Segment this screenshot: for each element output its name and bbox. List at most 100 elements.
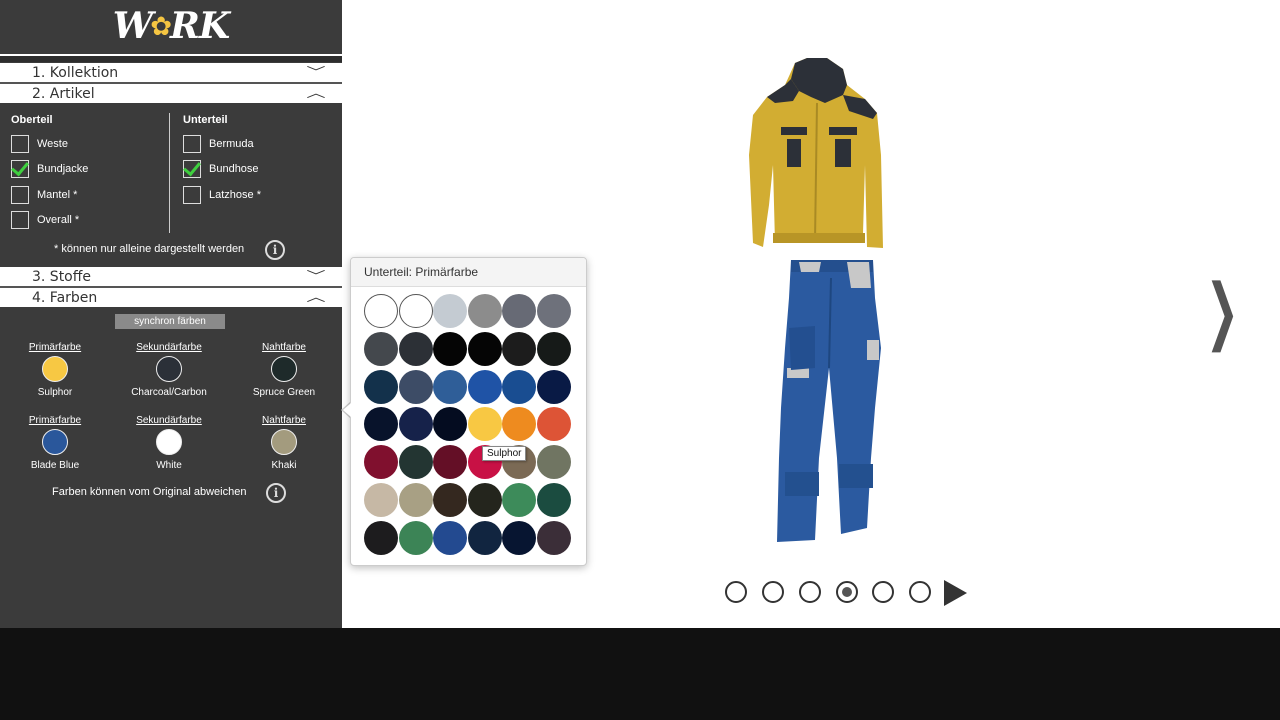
checkbox-box[interactable] (11, 186, 29, 204)
info-icon[interactable]: i (265, 240, 285, 260)
checkbox-bundjacke[interactable]: Bundjacke (11, 159, 88, 179)
color-swatch[interactable] (42, 356, 68, 382)
color-option-swatch[interactable] (467, 482, 502, 517)
checkbox-bermuda[interactable]: Bermuda (183, 134, 254, 154)
color-option-swatch[interactable] (467, 407, 502, 442)
color-option-swatch[interactable] (398, 369, 433, 404)
color-option-swatch[interactable] (364, 294, 398, 328)
color-option-swatch[interactable] (364, 369, 398, 404)
color-option-swatch[interactable] (398, 407, 433, 442)
color-option-swatch[interactable] (502, 294, 537, 328)
checkbox-label: Bundjacke (37, 163, 89, 175)
color-option-swatch[interactable] (502, 331, 537, 366)
color-option-swatch[interactable] (536, 294, 571, 328)
color-option-swatch[interactable] (433, 369, 468, 404)
section-farben-header[interactable]: 4. Farben ︿ (0, 288, 342, 307)
checkbox-box[interactable] (11, 135, 29, 153)
info-icon[interactable]: i (266, 483, 286, 503)
carousel-dot-active[interactable] (836, 581, 858, 603)
sync-colors-button[interactable]: synchron färben (115, 314, 225, 329)
seam-color-bottom[interactable]: Nahtfarbe Khaki (229, 415, 339, 471)
color-swatch[interactable] (156, 356, 182, 382)
carousel-dot[interactable] (909, 581, 931, 603)
color-name: Khaki (271, 460, 297, 471)
color-option-swatch[interactable] (433, 520, 468, 555)
color-option-swatch[interactable] (502, 407, 537, 442)
color-picker-title: Unterteil: Primärfarbe (351, 258, 586, 287)
checkbox-bundhose[interactable]: Bundhose (183, 159, 259, 179)
color-option-swatch[interactable] (398, 520, 433, 555)
color-option-swatch[interactable] (536, 407, 571, 442)
color-name: Charcoal/Carbon (131, 387, 207, 398)
checkbox-box[interactable] (11, 211, 29, 229)
carousel-dot[interactable] (872, 581, 894, 603)
color-option-swatch[interactable] (398, 294, 433, 328)
brand-logo[interactable]: W ✿ RK (0, 0, 342, 52)
checkbox-box[interactable] (183, 186, 201, 204)
checkbox-box-checked[interactable] (183, 160, 201, 178)
checkbox-weste[interactable]: Weste (11, 134, 68, 154)
color-swatch[interactable] (42, 429, 68, 455)
primary-color-top[interactable]: Primärfarbe Sulphor (0, 342, 110, 398)
seam-color-top[interactable]: Nahtfarbe Spruce Green (229, 342, 339, 398)
color-option-swatch[interactable] (536, 520, 571, 555)
color-option-swatch[interactable] (467, 520, 502, 555)
section-kollektion-header[interactable]: 1. Kollektion ﹀ (0, 63, 342, 82)
section-stoffe-header[interactable]: 3. Stoffe ﹀ (0, 267, 342, 286)
checkbox-label: Bermuda (209, 138, 254, 150)
color-option-swatch[interactable] (502, 369, 537, 404)
chevron-down-icon: ﹀ (306, 65, 326, 79)
color-swatch-grid (364, 294, 571, 555)
color-option-swatch[interactable] (502, 482, 537, 517)
carousel-dot[interactable] (799, 581, 821, 603)
popup-pointer-inner (343, 403, 351, 417)
color-option-swatch[interactable] (536, 482, 571, 517)
color-option-swatch[interactable] (536, 369, 571, 404)
color-option-swatch[interactable] (502, 520, 537, 555)
color-option-swatch[interactable] (364, 407, 398, 442)
color-option-swatch[interactable] (433, 407, 468, 442)
color-option-swatch[interactable] (433, 331, 468, 366)
color-option-swatch[interactable] (364, 331, 398, 366)
primary-color-bottom[interactable]: Primärfarbe Blade Blue (0, 415, 110, 471)
pants-preview-image (777, 260, 881, 542)
color-option-swatch[interactable] (467, 294, 502, 328)
color-role-label: Nahtfarbe (262, 342, 306, 353)
color-swatch[interactable] (271, 356, 297, 382)
chevron-up-icon: ︿ (306, 290, 326, 304)
checkbox-overall[interactable]: Overall * (11, 210, 79, 230)
color-option-swatch[interactable] (536, 445, 571, 480)
checkbox-box-checked[interactable] (11, 160, 29, 178)
play-icon[interactable] (944, 580, 967, 606)
secondary-color-top[interactable]: Sekundärfarbe Charcoal/Carbon (114, 342, 224, 398)
checkbox-label: Bundhose (209, 163, 259, 175)
checkbox-mantel[interactable]: Mantel * (11, 185, 77, 205)
color-option-swatch[interactable] (467, 331, 502, 366)
color-option-swatch[interactable] (433, 445, 468, 480)
color-option-swatch[interactable] (536, 331, 571, 366)
color-option-swatch[interactable] (364, 445, 398, 480)
color-option-swatch[interactable] (433, 482, 468, 517)
secondary-color-bottom[interactable]: Sekundärfarbe White (114, 415, 224, 471)
color-option-swatch[interactable] (364, 520, 398, 555)
color-option-swatch[interactable] (467, 369, 502, 404)
color-option-swatch[interactable] (398, 445, 433, 480)
carousel-dot[interactable] (725, 581, 747, 603)
farben-note: Farben können vom Original abweichen (52, 486, 247, 498)
color-option-swatch[interactable] (433, 294, 468, 328)
color-swatch[interactable] (156, 429, 182, 455)
carousel-dot[interactable] (762, 581, 784, 603)
next-arrow-icon[interactable]: ❯ (1206, 268, 1239, 352)
color-option-swatch[interactable] (398, 482, 433, 517)
checkbox-latzhose[interactable]: Latzhose * (183, 185, 261, 205)
color-picker-popup: Unterteil: Primärfarbe (350, 257, 587, 566)
checkbox-box[interactable] (183, 135, 201, 153)
color-swatch[interactable] (271, 429, 297, 455)
section-farben-label: 4. Farben (32, 289, 98, 306)
color-option-swatch[interactable] (398, 331, 433, 366)
jacket-preview-image (749, 58, 883, 248)
section-artikel-header[interactable]: 2. Artikel ︿ (0, 84, 342, 103)
checkbox-label: Weste (37, 138, 68, 150)
color-role-label: Sekundärfarbe (136, 415, 202, 426)
color-option-swatch[interactable] (364, 482, 398, 517)
